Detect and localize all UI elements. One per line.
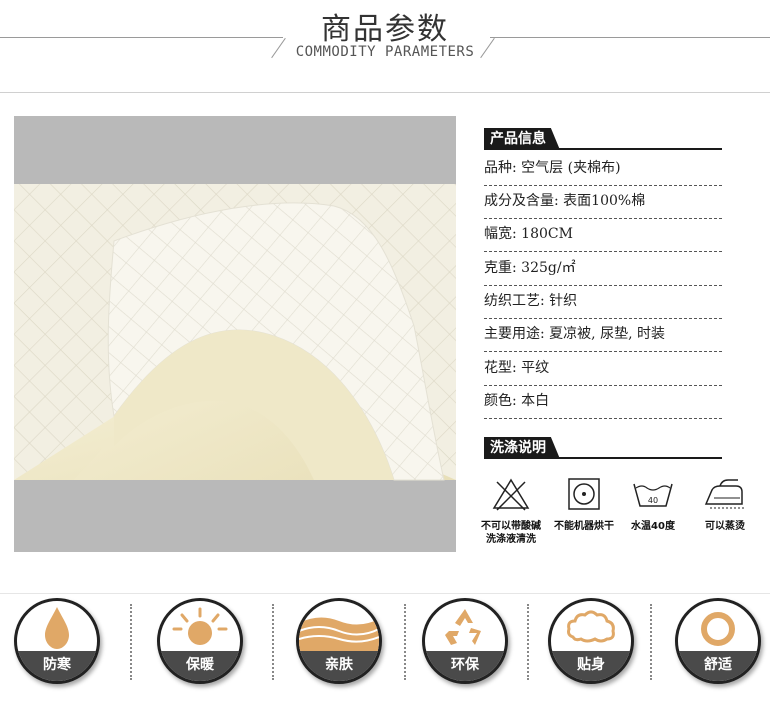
steam-iron-icon [704, 479, 744, 509]
washing-heading: 洗涤说明 [484, 437, 722, 459]
param-color: 颜色: 本白 [484, 385, 722, 419]
product-info-heading: 产品信息 [484, 128, 722, 150]
feature-separator [527, 604, 529, 680]
product-photo [14, 116, 456, 552]
param-weight: 克重: 325g/㎡ [484, 252, 722, 286]
no-tumble-dry-icon [568, 478, 600, 510]
wash-label-no-bleach: 不可以带酸碱 洗涤液清洗 [481, 521, 541, 545]
product-info-title: 产品信息 [484, 128, 560, 150]
param-width: 幅宽: 180CM [484, 218, 722, 252]
header-rule-right [490, 37, 770, 38]
ring-icon [701, 612, 735, 646]
product-info-rule [484, 148, 722, 150]
wash-item-no-bleach: 不可以带酸碱 洗涤液清洗 [472, 476, 550, 546]
feature-label: 亲肤 [325, 657, 353, 673]
param-composition: 成分及含量: 表面100%棉 [484, 185, 722, 219]
no-bleach-icon [492, 478, 530, 511]
wash-40-icon: 40 [633, 483, 673, 507]
washing-title: 洗涤说明 [484, 437, 560, 459]
wash-label-wash-40: 水温40度 [631, 521, 675, 532]
wash-item-steam-iron: 可以蒸烫 [686, 476, 764, 533]
wash-item-wash-40: 40 水温40度 [614, 476, 692, 533]
feature-label: 舒适 [704, 657, 732, 673]
header-rule-left [0, 37, 283, 38]
feature-skin-friendly: 亲肤 [296, 598, 382, 684]
feature-separator [650, 604, 652, 680]
param-usage: 主要用途: 夏凉被, 尿垫, 时装 [484, 318, 722, 352]
page-header: 商品参数 COMMODITY PARAMETERS [0, 0, 770, 70]
sun-icon [172, 607, 228, 645]
param-variety: 品种: 空气层 (夹棉布) [484, 152, 722, 186]
param-pattern: 花型: 平纹 [484, 352, 722, 386]
fabric-layers-icon [299, 617, 379, 651]
feature-warm: 保暖 [157, 598, 243, 684]
feature-separator [130, 604, 132, 680]
page-subtitle: COMMODITY PARAMETERS [295, 44, 475, 60]
feature-eco: 环保 [422, 598, 508, 684]
cloud-icon [567, 610, 615, 643]
wash-item-no-tumble-dry: 不能机器烘干 [545, 476, 623, 533]
feature-label: 保暖 [186, 657, 214, 673]
feature-label: 环保 [451, 657, 479, 673]
feature-comfortable: 舒适 [675, 598, 761, 684]
wash-label-steam-iron: 可以蒸烫 [705, 521, 745, 532]
washing-rule [484, 457, 722, 459]
recycle-icon [445, 609, 481, 645]
feature-separator [404, 604, 406, 680]
feature-separator [272, 604, 274, 680]
feature-close-fitting: 贴身 [548, 598, 634, 684]
page-title: 商品参数 [321, 12, 449, 47]
feature-cold-resistant: 防寒 [14, 598, 100, 684]
svg-text:40: 40 [648, 496, 658, 505]
feature-label: 贴身 [577, 657, 605, 673]
feature-label: 防寒 [43, 657, 71, 673]
param-process: 纺织工艺: 针织 [484, 285, 722, 319]
water-drop-icon [45, 607, 69, 649]
wash-label-no-tumble-dry: 不能机器烘干 [554, 521, 614, 532]
